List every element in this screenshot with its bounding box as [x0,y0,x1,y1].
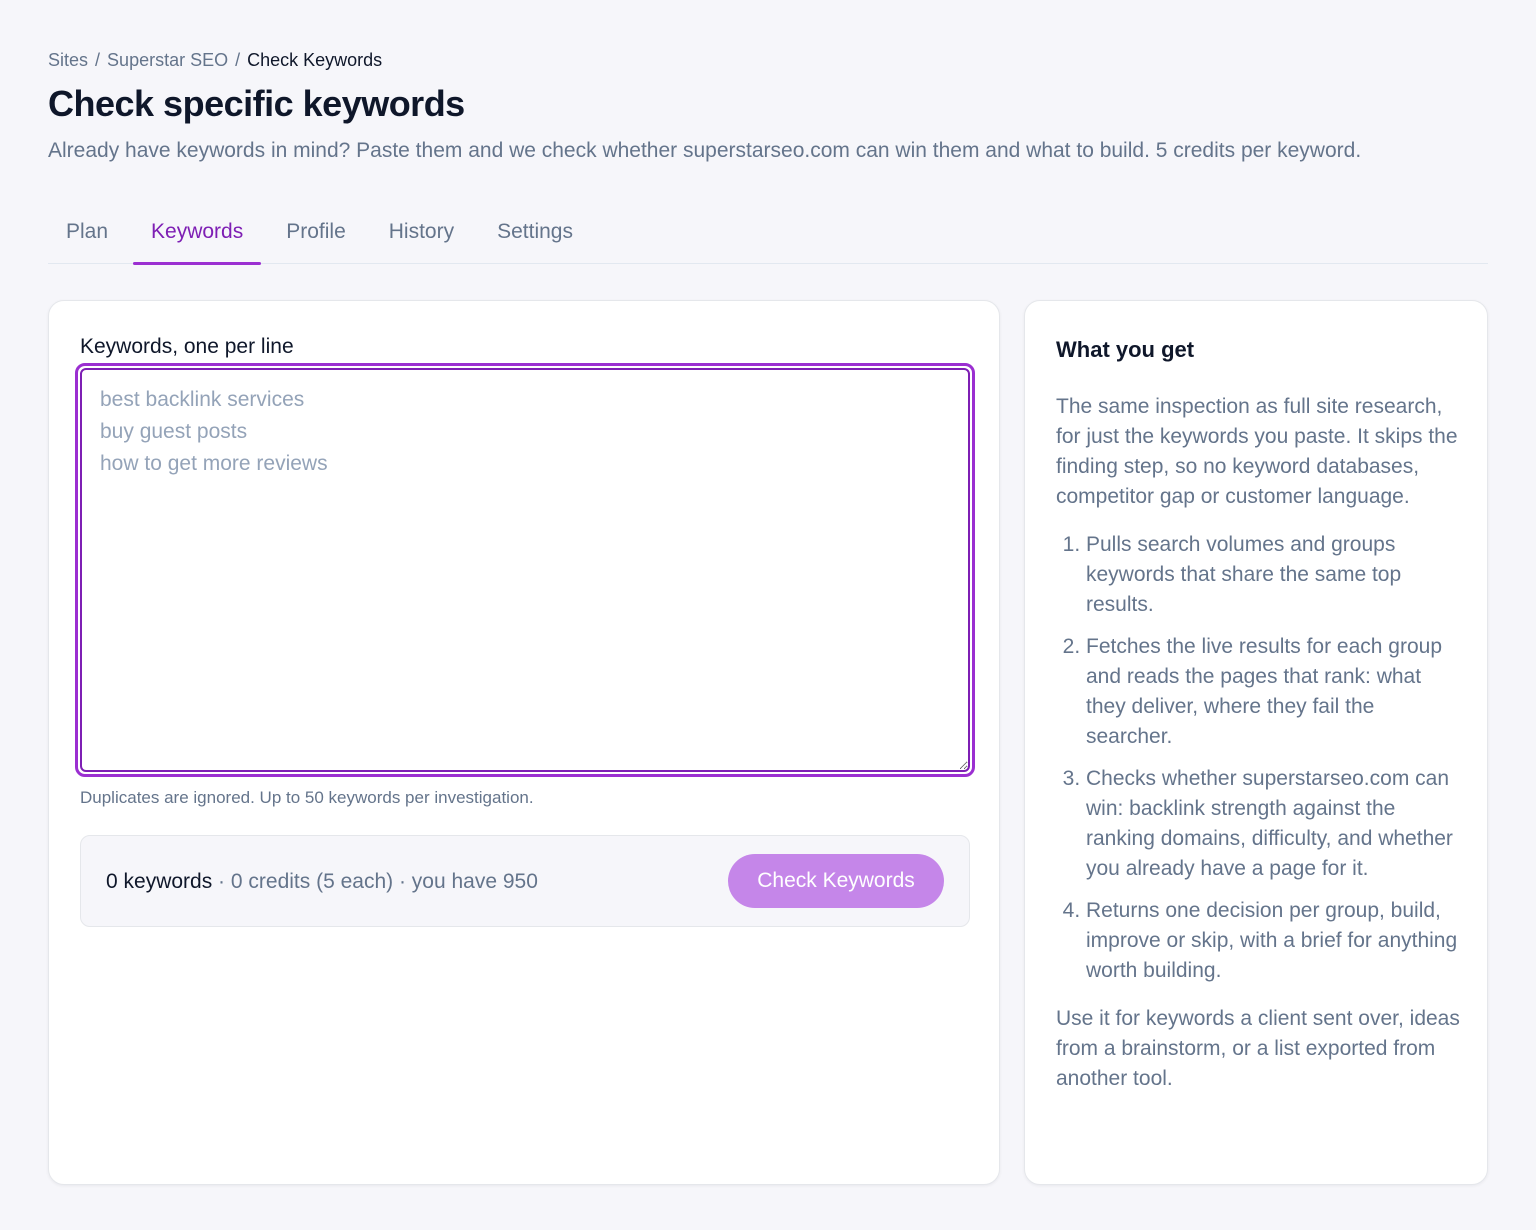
side-body: The same inspection as full site researc… [1056,392,1466,1094]
tab-settings[interactable]: Settings [479,204,591,264]
breadcrumb-sites[interactable]: Sites [48,48,88,72]
step-item: Pulls search volumes and groups keywords… [1086,530,1466,620]
check-keywords-button[interactable]: Check Keywords [728,854,944,908]
summary-text: 0 keywords · 0 credits (5 each) · you ha… [106,869,538,895]
step-item: Fetches the live results for each group … [1086,632,1466,752]
tab-history[interactable]: History [371,204,472,264]
tab-bar: Plan Keywords Profile History Settings [48,204,1488,265]
keywords-form-card: Keywords, one per line Duplicates are ig… [48,300,1000,1185]
breadcrumb: Sites / Superstar SEO / Check Keywords [48,48,382,72]
keywords-input-focus-ring [75,363,975,777]
tab-profile[interactable]: Profile [268,204,364,264]
keywords-input[interactable] [80,368,970,772]
what-you-get-card: What you get The same inspection as full… [1024,300,1488,1185]
side-outro: Use it for keywords a client sent over, … [1056,1007,1460,1090]
summary-bar: 0 keywords · 0 credits (5 each) · you ha… [80,835,970,927]
credit-summary: · 0 credits (5 each) · you have 950 [212,870,538,893]
keywords-field-label: Keywords, one per line [80,335,294,358]
side-title: What you get [1056,337,1195,362]
step-item: Returns one decision per group, build, i… [1086,896,1466,986]
page-title: Check specific keywords [48,83,465,124]
page: Sites / Superstar SEO / Check Keywords C… [0,0,1536,1230]
breadcrumb-current: Check Keywords [247,50,383,70]
breadcrumb-separator: / [235,50,241,70]
keyword-count: 0 keywords [106,870,213,893]
tab-plan[interactable]: Plan [48,204,126,264]
breadcrumb-site[interactable]: Superstar SEO [107,48,228,72]
breadcrumb-separator: / [95,50,101,70]
keywords-hint: Duplicates are ignored. Up to 50 keyword… [80,788,534,807]
tab-keywords[interactable]: Keywords [133,204,262,265]
step-item: Checks whether superstarseo.com can win:… [1086,764,1466,884]
page-subtitle: Already have keywords in mind? Paste the… [48,139,1362,162]
steps-list: Pulls search volumes and groups keywords… [1056,530,1466,986]
side-intro: The same inspection as full site researc… [1056,395,1458,508]
